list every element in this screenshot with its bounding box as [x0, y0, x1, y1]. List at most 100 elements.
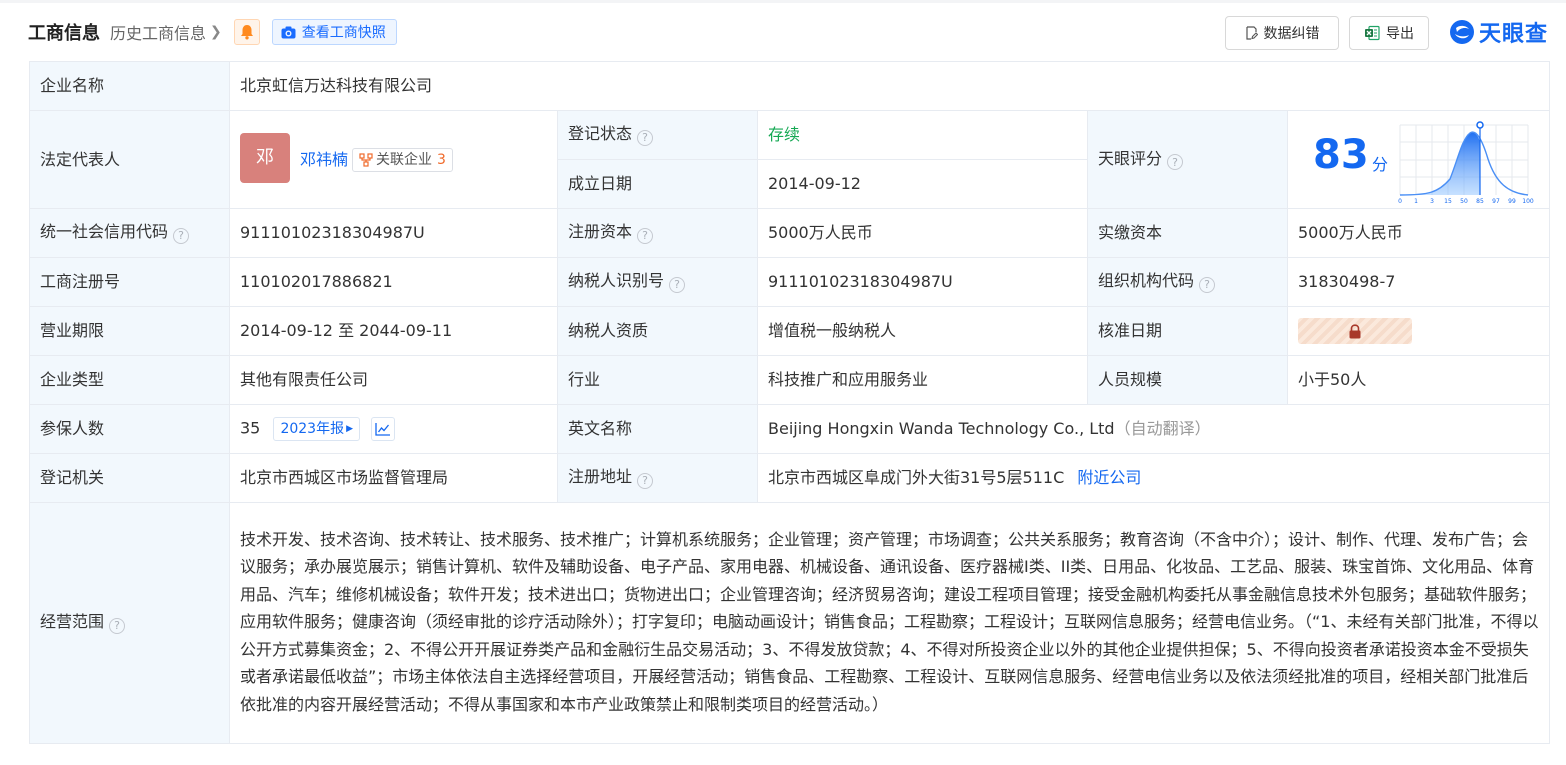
- reg-authority-value: 北京市西城区市场监督管理局: [229, 453, 558, 503]
- taxpayer-id-label: 纳税人识别号?: [557, 257, 758, 307]
- bell-icon[interactable]: [233, 19, 260, 45]
- legal-rep-cell: 邓 邓祎楠 关联企业 3: [229, 110, 558, 209]
- tianyan-score-cell[interactable]: 83 分 0 1 3 15 50 85 97 99 100: [1286, 110, 1551, 209]
- axis-tick-label: 15: [1444, 198, 1452, 205]
- approval-date-value: [1286, 306, 1551, 356]
- chevron-right-icon: ❯: [210, 24, 222, 40]
- history-info-label: 历史工商信息: [110, 24, 207, 43]
- score-value: 83: [1313, 132, 1369, 178]
- legal-rep-name-link[interactable]: 邓祎楠: [300, 150, 348, 170]
- biz-term-label: 营业期限: [29, 306, 230, 356]
- help-icon[interactable]: ?: [1199, 276, 1216, 293]
- nearby-companies-link[interactable]: 附近公司: [1077, 468, 1141, 487]
- table-row: 法定代表人 邓 邓祎楠 关联企业 3 登记状态? 存续 天眼评分? 83 分 0…: [29, 110, 1551, 209]
- paid-capital-label: 实缴资本: [1087, 208, 1288, 258]
- axis-tick-label: 1: [1414, 198, 1418, 205]
- reg-address-label: 注册地址?: [557, 453, 758, 503]
- biz-reg-no-value: 110102017886821: [229, 257, 558, 307]
- help-icon[interactable]: ?: [173, 227, 190, 244]
- snapshot-button[interactable]: 查看工商快照: [271, 19, 397, 45]
- reg-address-value: 北京市西城区阜成门外大街31号5层511C 附近公司: [756, 453, 1551, 503]
- snapshot-label: 查看工商快照: [301, 25, 386, 41]
- industry-label: 行业: [557, 355, 758, 405]
- credit-code-label: 统一社会信用代码?: [29, 208, 230, 258]
- axis-tick-label: 50: [1460, 198, 1468, 205]
- history-info-link[interactable]: 历史工商信息 ❯: [110, 20, 222, 44]
- insured-count-value: 35 2023年报 ▶: [229, 404, 558, 454]
- axis-tick-label: 97: [1492, 198, 1500, 205]
- taxpayer-quality-value: 增值税一般纳税人: [757, 306, 1088, 356]
- tianyan-score-label: 天眼评分?: [1087, 110, 1288, 209]
- status-badge: 存续: [768, 125, 801, 144]
- reg-status-label: 登记状态?: [557, 110, 758, 160]
- help-icon[interactable]: ?: [637, 227, 654, 244]
- axis-tick-label: 0: [1398, 198, 1402, 205]
- table-row: 企业名称 北京虹信万达科技有限公司: [29, 61, 1551, 111]
- score-distribution-chart: 0 1 3 15 50 85 97 99 100: [1398, 121, 1534, 205]
- found-date-label: 成立日期: [557, 159, 758, 209]
- related-companies-button[interactable]: 关联企业 3: [352, 147, 453, 172]
- logo-mark-icon: [1450, 20, 1474, 44]
- reg-authority-label: 登记机关: [29, 453, 230, 503]
- table-row: 登记机关 北京市西城区市场监督管理局 注册地址? 北京市西城区阜成门外大街31号…: [29, 453, 1551, 503]
- annual-report-button[interactable]: 2023年报 ▶: [273, 417, 361, 441]
- score-unit: 分: [1372, 155, 1389, 174]
- axis-tick-label: 100: [1522, 198, 1534, 205]
- english-name-text: Beijing Hongxin Wanda Technology Co., Lt…: [768, 419, 1115, 438]
- avatar: 邓: [240, 133, 290, 183]
- taxpayer-quality-label: 纳税人资质: [557, 306, 758, 356]
- help-icon[interactable]: ?: [637, 472, 654, 489]
- trend-chart-icon[interactable]: [371, 417, 396, 441]
- axis-tick-label: 3: [1430, 198, 1434, 205]
- staff-size-value: 小于50人: [1286, 355, 1551, 405]
- approval-date-label: 核准日期: [1087, 306, 1288, 356]
- tianyancha-logo: 天眼查: [1448, 17, 1548, 47]
- help-icon[interactable]: ?: [637, 129, 654, 146]
- help-icon[interactable]: ?: [109, 617, 126, 634]
- table-row: 经营范围? 技术开发、技术咨询、技术转让、技术服务、技术推广；计算机系统服务；企…: [29, 502, 1551, 744]
- legal-rep-label: 法定代表人: [29, 110, 230, 209]
- camera-icon: [281, 26, 296, 38]
- found-date-value: 2014-09-12: [757, 159, 1088, 209]
- org-code-value: 31830498-7: [1286, 257, 1551, 307]
- annual-report-label: 2023年报: [280, 421, 345, 437]
- industry-value: 科技推广和应用服务业: [757, 355, 1088, 405]
- related-companies-count: 3: [437, 151, 446, 168]
- triangle-right-icon: ▶: [346, 424, 354, 434]
- top-divider: [0, 0, 1566, 3]
- reg-capital-value: 5000万人民币: [757, 208, 1088, 258]
- score-marker: [1476, 121, 1484, 129]
- logo-text: 天眼查: [1479, 22, 1549, 47]
- company-name-label: 企业名称: [29, 61, 230, 111]
- table-row: 营业期限 2014-09-12 至 2044-09-11 纳税人资质 增值税一般…: [29, 306, 1551, 356]
- biz-term-value: 2014-09-12 至 2044-09-11: [229, 306, 558, 356]
- credit-code-value: 91110102318304987U: [229, 208, 558, 258]
- company-type-value: 其他有限责任公司: [229, 355, 558, 405]
- export-button[interactable]: 导出: [1349, 16, 1429, 50]
- export-label: 导出: [1386, 26, 1414, 42]
- insured-count-number: 35: [240, 418, 261, 438]
- biz-reg-no-label: 工商注册号: [29, 257, 230, 307]
- english-name-value: Beijing Hongxin Wanda Technology Co., Lt…: [756, 404, 1551, 454]
- company-type-label: 企业类型: [29, 355, 230, 405]
- reg-address-text: 北京市西城区阜成门外大街31号5层511C: [768, 468, 1065, 487]
- edit-doc-icon: [1245, 26, 1258, 40]
- axis-tick-label: 99: [1508, 198, 1516, 205]
- help-icon[interactable]: ?: [1167, 154, 1184, 171]
- data-correction-button[interactable]: 数据纠错: [1225, 16, 1339, 50]
- taxpayer-id-value: 91110102318304987U: [757, 257, 1088, 307]
- company-name-value: 北京虹信万达科技有限公司: [228, 61, 1551, 111]
- auto-translate-note: （自动翻译）: [1114, 419, 1211, 438]
- table-row: 统一社会信用代码? 91110102318304987U 注册资本? 5000万…: [29, 208, 1551, 258]
- table-row: 企业类型 其他有限责任公司 行业 科技推广和应用服务业 人员规模 小于50人: [29, 355, 1551, 405]
- locked-content-button[interactable]: [1298, 318, 1412, 344]
- help-icon[interactable]: ?: [669, 276, 686, 293]
- section-title: 工商信息: [28, 23, 100, 44]
- reg-status-value: 存续: [757, 110, 1088, 160]
- table-row: 参保人数 35 2023年报 ▶ 英文名称 Beijing Hongxin Wan…: [29, 404, 1551, 454]
- axis-tick-labels: 0 1 3 15 50 85 97 99 100: [1398, 198, 1534, 205]
- excel-icon: [1365, 25, 1380, 41]
- english-name-label: 英文名称: [557, 404, 758, 454]
- paid-capital-value: 5000万人民币: [1286, 208, 1551, 258]
- table-row: 工商注册号 110102017886821 纳税人识别号? 9111010231…: [29, 257, 1551, 307]
